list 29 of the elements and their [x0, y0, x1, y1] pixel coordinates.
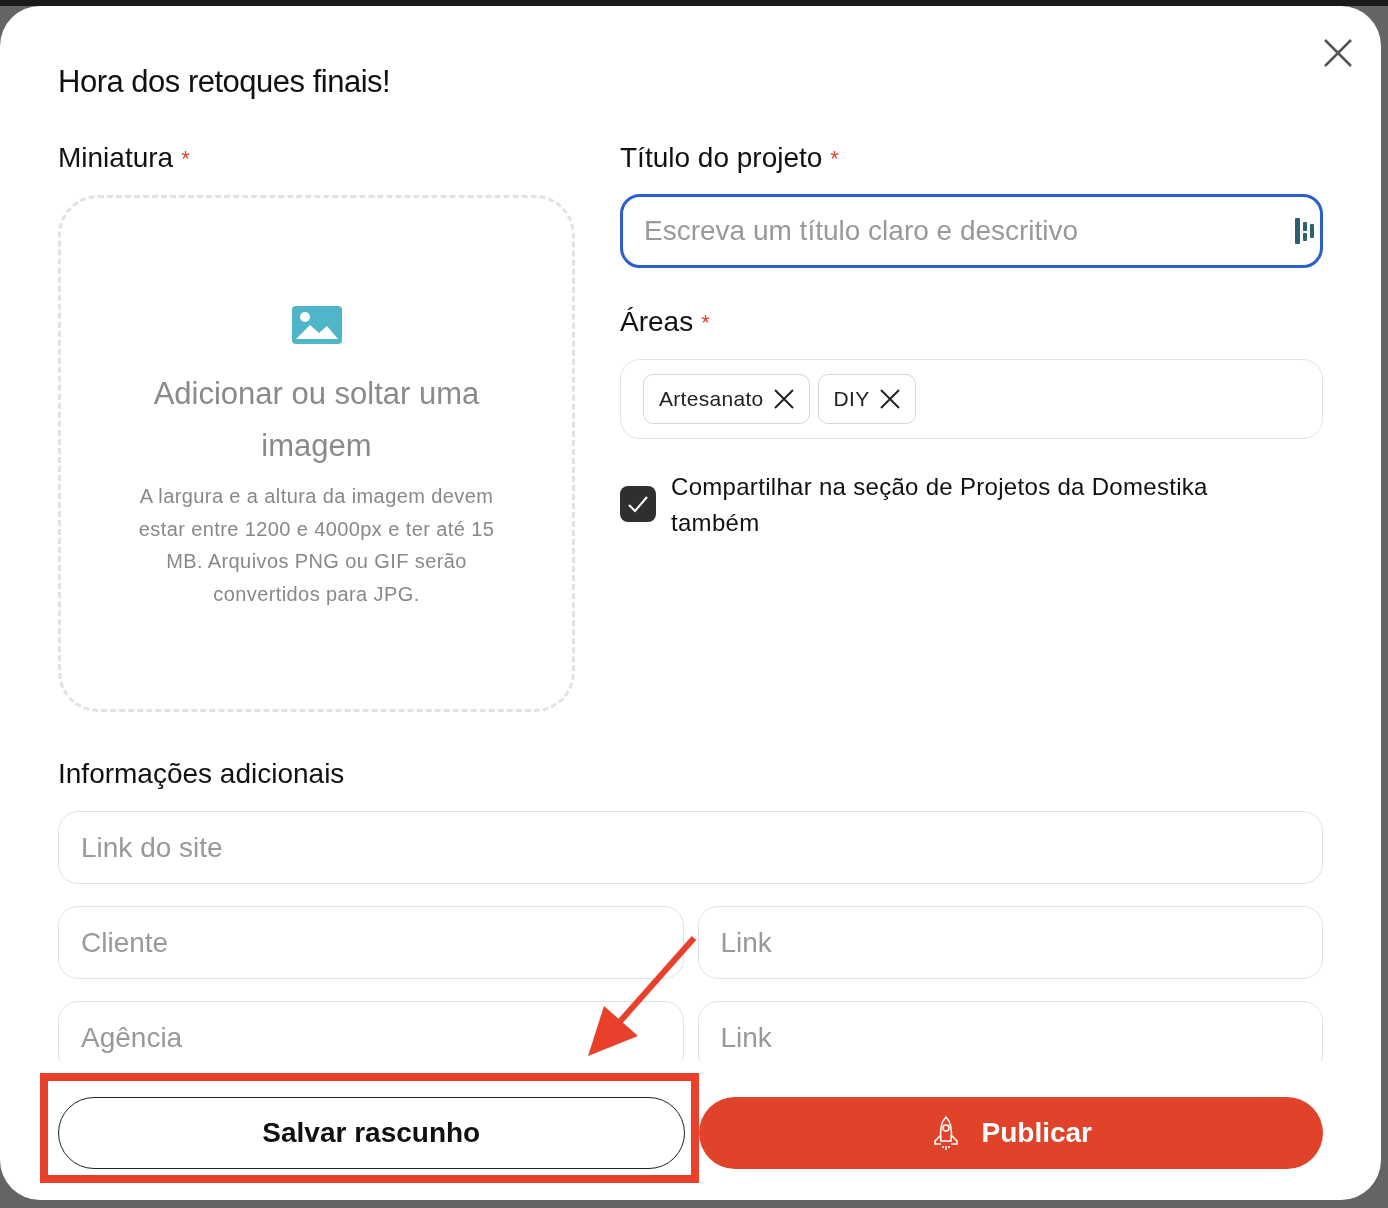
text-input[interactable]: Link	[697, 1001, 1323, 1061]
required-mark: *	[830, 144, 839, 173]
upload-dropzone[interactable]: Adicionar ou soltar uma imagem A largura e a altura da imagem devem estar entre 1200 e 4000px e ter até 15 MB. Arquivos PNG ou GIF serão convertidos para JPG.	[58, 195, 575, 712]
remove-icon[interactable]	[879, 389, 900, 409]
text-input[interactable]: Link do site	[58, 811, 1323, 884]
text-input[interactable]: Cliente	[58, 906, 684, 979]
bars-icon	[1295, 218, 1315, 244]
area-tag[interactable]: DIY	[817, 374, 916, 424]
close-icon[interactable]	[1323, 38, 1353, 68]
publish-button[interactable]: Publicar	[698, 1097, 1323, 1169]
share-checkbox[interactable]	[620, 486, 656, 522]
share-label: Compartilhar na seção de Projetos da Domestika também	[671, 472, 1209, 538]
dialog-title: Hora dos retoques finais!	[58, 63, 392, 101]
text-input[interactable]: Link	[697, 906, 1323, 979]
tags-field[interactable]: Artesanato DIY	[620, 359, 1323, 439]
upload-hint: A largura e a altura da imagem devem estar entre 1200 e 4000px e ter até 15 MB. Arquivos PNG ou GIF serão convertidos para JPG.	[137, 484, 496, 607]
area-tag[interactable]: Artesanato	[643, 374, 810, 424]
field-label: Título do projeto	[620, 141, 823, 175]
title-input[interactable]: Escreva um título claro e descritivo	[620, 194, 1323, 268]
required-mark: *	[701, 308, 710, 337]
section-label: Informações adicionais	[58, 757, 345, 791]
field-label: Áreas	[620, 305, 694, 339]
text-input[interactable]: Agência	[58, 1001, 684, 1061]
remove-icon[interactable]	[773, 389, 794, 409]
image-icon	[291, 306, 342, 344]
arrow-icon	[586, 934, 698, 1058]
field-label: Miniatura	[58, 141, 174, 175]
required-mark: *	[181, 144, 190, 173]
upload-title: Adicionar ou soltar uma imagem	[152, 375, 481, 465]
